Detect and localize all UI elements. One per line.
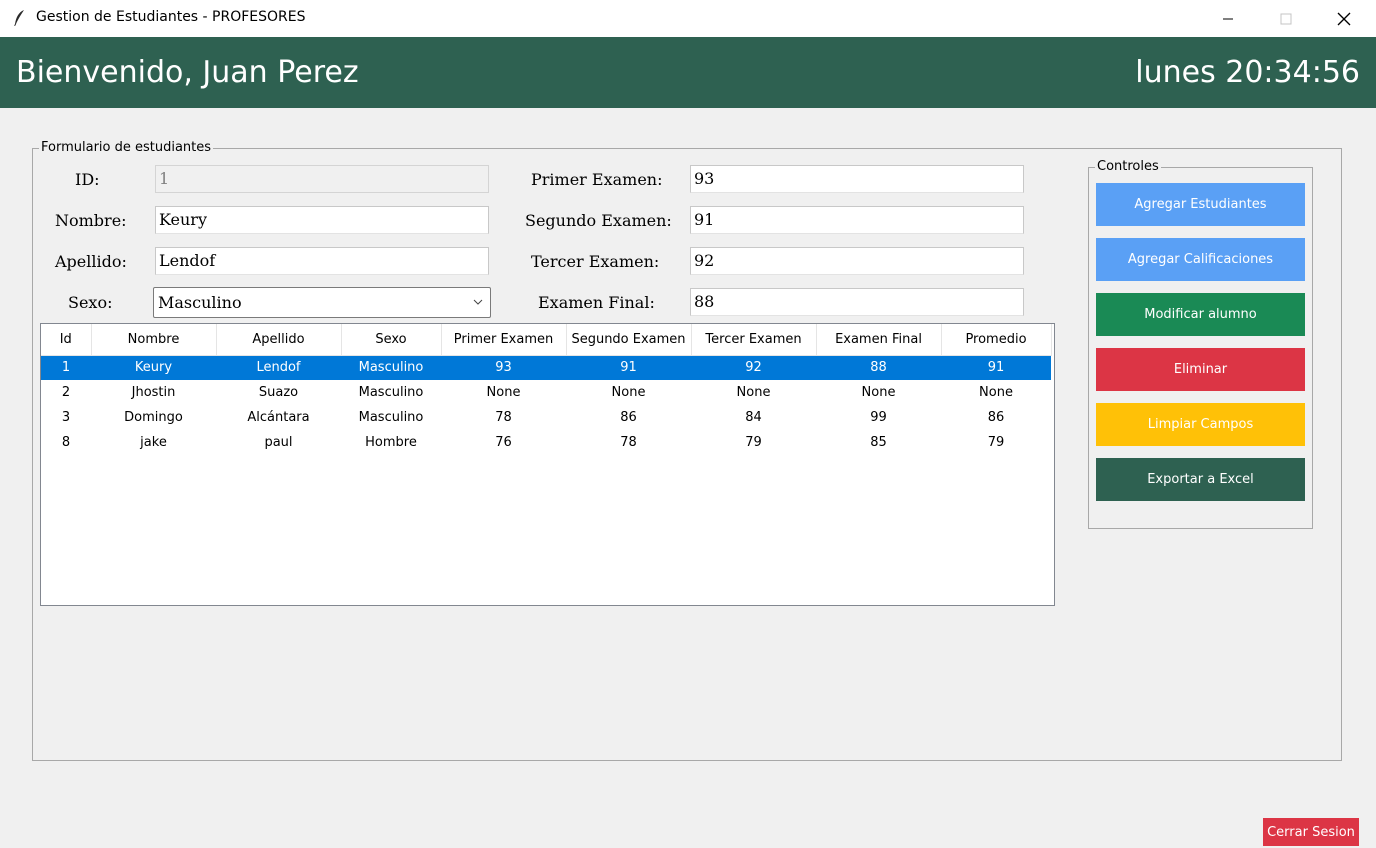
id-field[interactable]: 1 bbox=[155, 165, 489, 193]
table-row[interactable]: 3 Domingo Alcántara Masculino 78 86 84 9… bbox=[41, 405, 1051, 430]
close-icon bbox=[1337, 12, 1351, 25]
close-button[interactable] bbox=[1315, 0, 1373, 37]
maximize-button[interactable] bbox=[1257, 0, 1315, 37]
students-table[interactable]: Id Nombre Apellido Sexo Primer Examen Se… bbox=[40, 323, 1055, 606]
column-header-examen-final[interactable]: Examen Final bbox=[816, 324, 942, 356]
logout-button[interactable]: Cerrar Sesion bbox=[1263, 818, 1359, 846]
column-header-nombre[interactable]: Nombre bbox=[91, 324, 217, 356]
feather-icon bbox=[14, 10, 24, 26]
table-cell: None bbox=[979, 385, 1013, 400]
column-header-id[interactable]: Id bbox=[41, 324, 92, 356]
table-cell: Suazo bbox=[258, 385, 299, 400]
table-cell: 8 bbox=[61, 435, 71, 450]
table-cell: 86 bbox=[987, 410, 1005, 425]
table-cell: 78 bbox=[495, 410, 512, 425]
sexo-select[interactable]: Masculino bbox=[153, 287, 491, 318]
tercer-examen-field[interactable]: 92 bbox=[690, 247, 1024, 275]
add-grades-button[interactable]: Agregar Calificaciones bbox=[1096, 238, 1305, 281]
id-label: ID: bbox=[75, 170, 100, 189]
minimize-icon bbox=[1223, 18, 1233, 19]
table-row[interactable]: 8 jake paul Hombre 76 78 79 85 79 bbox=[41, 430, 1051, 455]
table-cell: 85 bbox=[870, 435, 887, 450]
controls-legend: Controles bbox=[1095, 159, 1161, 174]
column-header-promedio[interactable]: Promedio bbox=[941, 324, 1052, 356]
export-excel-button[interactable]: Exportar a Excel bbox=[1096, 458, 1305, 501]
sexo-label: Sexo: bbox=[68, 293, 113, 312]
table-cell: Jhostin bbox=[131, 385, 176, 400]
table-header-row: Id Nombre Apellido Sexo Primer Examen Se… bbox=[41, 324, 1052, 356]
table-cell: 3 bbox=[61, 410, 71, 425]
column-header-sexo[interactable]: Sexo bbox=[341, 324, 442, 356]
column-header-tercer-examen[interactable]: Tercer Examen bbox=[691, 324, 817, 356]
table-cell: Keury bbox=[91, 355, 216, 380]
table-cell: paul bbox=[264, 435, 293, 450]
add-students-button[interactable]: Agregar Estudiantes bbox=[1096, 183, 1305, 226]
table-cell: Lendof bbox=[216, 355, 341, 380]
table-cell: 78 bbox=[620, 435, 637, 450]
table-cell: 99 bbox=[870, 410, 887, 425]
table-cell: Masculino bbox=[358, 410, 424, 425]
table-cell: None bbox=[611, 385, 646, 400]
segundo-examen-label: Segundo Examen: bbox=[525, 211, 672, 230]
welcome-message: Bienvenido, Juan Perez bbox=[16, 55, 359, 90]
window-title: Gestion de Estudiantes - PROFESORES bbox=[36, 9, 306, 25]
table-row[interactable]: 2 Jhostin Suazo Masculino None None None… bbox=[41, 380, 1051, 405]
modify-student-button[interactable]: Modificar alumno bbox=[1096, 293, 1305, 336]
table-cell: Domingo bbox=[124, 410, 183, 425]
apellido-field[interactable]: Lendof bbox=[155, 247, 489, 275]
nombre-label: Nombre: bbox=[55, 211, 127, 230]
table-cell: 79 bbox=[745, 435, 762, 450]
table-cell: 91 bbox=[566, 355, 691, 380]
app-header: Bienvenido, Juan Perez lunes 20:34:56 bbox=[0, 37, 1376, 108]
table-cell: Masculino bbox=[341, 355, 441, 380]
examen-final-label: Examen Final: bbox=[538, 293, 655, 312]
students-table-grid: Id Nombre Apellido Sexo Primer Examen Se… bbox=[41, 324, 1052, 455]
chevron-down-icon bbox=[473, 299, 483, 305]
table-cell: jake bbox=[140, 435, 167, 450]
table-cell: 92 bbox=[691, 355, 816, 380]
table-cell: Hombre bbox=[365, 435, 417, 450]
primer-examen-label: Primer Examen: bbox=[531, 170, 663, 189]
table-cell: Alcántara bbox=[247, 410, 310, 425]
window-titlebar: Gestion de Estudiantes - PROFESORES bbox=[0, 0, 1376, 37]
table-cell: 1 bbox=[41, 355, 91, 380]
column-header-segundo-examen[interactable]: Segundo Examen bbox=[566, 324, 692, 356]
table-cell: None bbox=[861, 385, 896, 400]
minimize-button[interactable] bbox=[1199, 0, 1257, 37]
table-cell: None bbox=[736, 385, 771, 400]
column-header-primer-examen[interactable]: Primer Examen bbox=[441, 324, 567, 356]
student-form-legend: Formulario de estudiantes bbox=[39, 140, 214, 155]
clear-fields-button[interactable]: Limpiar Campos bbox=[1096, 403, 1305, 446]
table-cell: 2 bbox=[61, 385, 71, 400]
table-cell: 79 bbox=[987, 435, 1005, 450]
table-cell: 88 bbox=[816, 355, 941, 380]
table-cell: Masculino bbox=[358, 385, 424, 400]
segundo-examen-field[interactable]: 91 bbox=[690, 206, 1024, 234]
delete-button[interactable]: Eliminar bbox=[1096, 348, 1305, 391]
table-cell: 93 bbox=[441, 355, 566, 380]
table-cell: 91 bbox=[941, 355, 1051, 380]
table-cell: 76 bbox=[495, 435, 512, 450]
tercer-examen-label: Tercer Examen: bbox=[531, 252, 660, 271]
examen-final-field[interactable]: 88 bbox=[690, 288, 1024, 316]
nombre-field[interactable]: Keury bbox=[155, 206, 489, 234]
table-cell: None bbox=[486, 385, 521, 400]
sexo-select-value: Masculino bbox=[158, 293, 242, 312]
clock-display: lunes 20:34:56 bbox=[1135, 55, 1360, 90]
table-cell: 86 bbox=[620, 410, 637, 425]
maximize-icon bbox=[1280, 13, 1292, 24]
column-header-apellido[interactable]: Apellido bbox=[216, 324, 342, 356]
table-row[interactable]: 1 Keury Lendof Masculino 93 91 92 88 91 bbox=[41, 355, 1051, 380]
apellido-label: Apellido: bbox=[55, 252, 127, 271]
table-cell: 84 bbox=[745, 410, 762, 425]
primer-examen-field[interactable]: 93 bbox=[690, 165, 1024, 193]
